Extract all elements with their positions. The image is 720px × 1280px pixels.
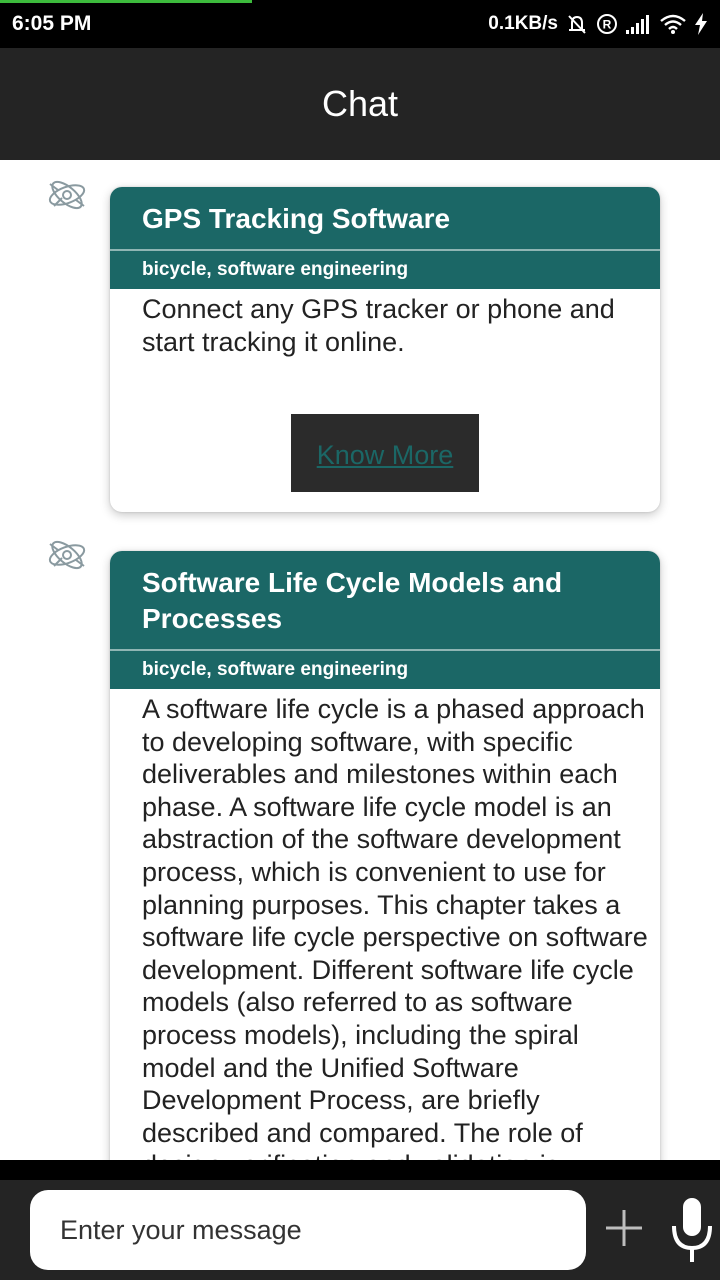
card-spacer [110,492,660,512]
svg-text:R: R [603,18,612,32]
message-input[interactable] [30,1190,586,1270]
status-time: 6:05 PM [12,12,92,35]
chat-message-list[interactable]: GPS Tracking Software bicycle, software … [0,160,720,1160]
mute-icon [568,15,586,34]
wifi-icon [660,14,686,34]
card-description: A software life cycle is a phased approa… [142,694,648,1160]
status-bar: 6:05 PM 0.1KB/s R [0,0,720,48]
card-title: GPS Tracking Software [110,187,660,249]
add-attachment-icon[interactable] [604,1208,644,1248]
network-speed: 0.1KB/s [488,13,558,34]
message-card: GPS Tracking Software bicycle, software … [110,187,660,513]
card-description: Connect any GPS tracker or phone and sta… [142,294,615,357]
card-title: Software Life Cycle Models and Processes [110,551,660,649]
bot-logo-icon [48,540,86,570]
charging-icon [695,13,707,35]
app-bar: Chat [0,48,720,160]
card-tags: bicycle, software engineering [110,251,660,289]
know-more-button[interactable]: Know More [291,414,479,493]
registered-icon: R [597,14,617,34]
page-title: Chat [321,83,399,124]
microphone-icon[interactable] [670,1196,714,1266]
bot-logo-icon [48,180,86,210]
card-tags: bicycle, software engineering [110,651,660,689]
page-load-progress [0,0,252,3]
message-composer [0,1180,720,1280]
message-card: Software Life Cycle Models and Processes… [110,551,660,1160]
signal-icon [626,15,649,34]
status-icons: 0.1KB/s R [488,10,708,38]
